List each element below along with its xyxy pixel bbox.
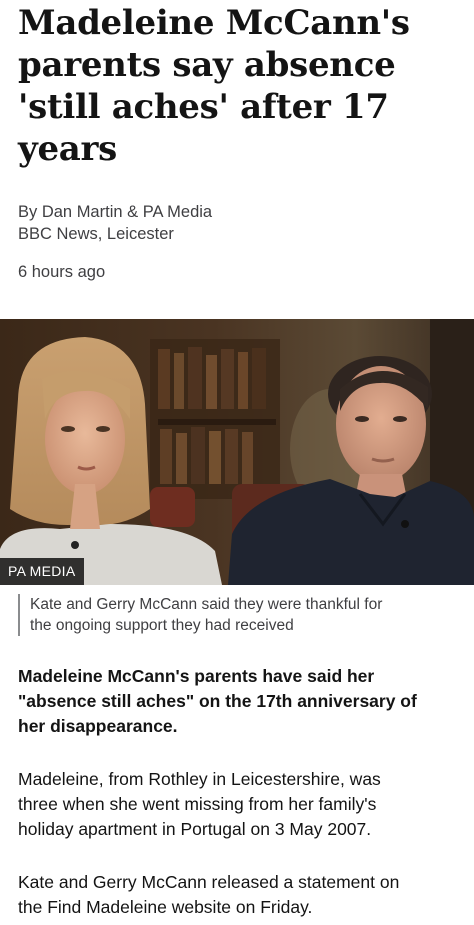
headline-line: parents say absence bbox=[18, 45, 396, 85]
lead-paragraph: Madeleine McCann's parents have said her… bbox=[18, 664, 458, 739]
headline-line: 'still aches' after 17 bbox=[18, 87, 389, 127]
paragraph-line: Kate and Gerry McCann released a stateme… bbox=[18, 872, 400, 892]
author-location: BBC News, Leicester bbox=[18, 225, 174, 243]
article: Madeleine McCann's parents say absence '… bbox=[0, 0, 474, 925]
photo-caption: Kate and Gerry McCann said they were tha… bbox=[18, 594, 470, 636]
author-line[interactable]: By Dan Martin & PA Media bbox=[18, 201, 212, 223]
headline-line: years bbox=[18, 129, 117, 169]
paragraph-line: holiday apartment in Portugal on 3 May 2… bbox=[18, 819, 372, 839]
paragraph-line: three when she went missing from her fam… bbox=[18, 794, 377, 814]
headline-line: Madeleine McCann's bbox=[18, 3, 410, 43]
photo-credit: PA MEDIA bbox=[0, 558, 84, 585]
caption-line: the ongoing support they had received bbox=[30, 617, 294, 634]
byline: By Dan Martin & PA Media BBC News, Leice… bbox=[18, 201, 212, 245]
paragraph-line: the Find Madeleine website on Friday. bbox=[18, 897, 313, 917]
lead-line: "absence still aches" on the 17th annive… bbox=[18, 691, 417, 711]
lead-line: Madeleine McCann's parents have said her bbox=[18, 666, 375, 686]
paragraph-line: Madeleine, from Rothley in Leicestershir… bbox=[18, 769, 381, 789]
article-photo[interactable]: PA MEDIA bbox=[0, 319, 474, 585]
body-paragraph: Kate and Gerry McCann released a stateme… bbox=[18, 870, 458, 920]
publish-timestamp: 6 hours ago bbox=[18, 263, 106, 281]
body-paragraph: Madeleine, from Rothley in Leicestershir… bbox=[18, 767, 458, 842]
lead-line: her disappearance. bbox=[18, 716, 178, 736]
caption-line: Kate and Gerry McCann said they were tha… bbox=[30, 596, 383, 613]
headline: Madeleine McCann's parents say absence '… bbox=[18, 2, 458, 170]
photo-illustration bbox=[0, 319, 474, 585]
